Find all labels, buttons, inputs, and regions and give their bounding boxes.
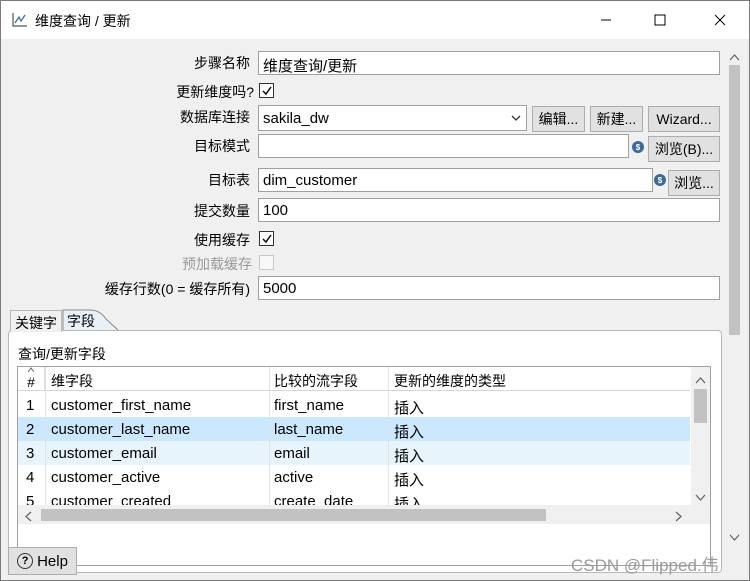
- table-row[interactable]: 2 customer_last_name last_name 插入: [18, 417, 690, 441]
- use-cache-checkbox[interactable]: [259, 231, 274, 246]
- minimize-icon: [601, 19, 611, 21]
- variable-icon: $: [632, 141, 644, 153]
- checkmark-icon: [262, 234, 272, 243]
- tab-keys[interactable]: 关键字: [10, 310, 62, 332]
- title-bar: 维度查询 / 更新: [1, 1, 749, 39]
- dim-field-cell[interactable]: customer_active: [51, 465, 266, 486]
- table-row[interactable]: 1 customer_first_name first_name 插入: [18, 393, 690, 417]
- help-icon: ?: [17, 553, 34, 569]
- row-num: 5: [26, 493, 35, 505]
- step-name-label: 步骤名称: [194, 55, 250, 71]
- tab-fields[interactable]: 字段: [62, 309, 122, 331]
- step-icon: [11, 11, 29, 29]
- scroll-up-icon[interactable]: [729, 49, 740, 65]
- preload-cache-checkbox: [259, 255, 274, 270]
- edit-connection-button[interactable]: 编辑...: [532, 106, 585, 132]
- scrollbar-corner: [691, 505, 710, 524]
- variable-icon: $: [654, 174, 666, 186]
- target-schema-label: 目标模式: [194, 138, 250, 154]
- table-scrollbar-thumb[interactable]: [694, 389, 707, 423]
- commit-size-field[interactable]: 100: [258, 198, 720, 222]
- maximize-icon: [654, 14, 666, 26]
- preload-cache-label: 预加载缓存: [182, 256, 252, 272]
- column-divider: [388, 367, 389, 505]
- browse-schema-button[interactable]: 浏览(B)...: [648, 136, 720, 162]
- maximize-button[interactable]: [637, 1, 683, 39]
- help-button[interactable]: ? Help: [8, 547, 77, 575]
- row-num: 2: [26, 421, 35, 438]
- dim-field-cell[interactable]: customer_last_name: [51, 417, 266, 438]
- update-dimension-checkbox[interactable]: [259, 83, 274, 98]
- target-table-field[interactable]: dim_customer: [258, 168, 653, 192]
- wizard-button[interactable]: Wizard...: [648, 106, 720, 132]
- checkmark-icon: [262, 86, 272, 95]
- minimize-button-2[interactable]: [583, 1, 629, 39]
- help-button-label: Help: [37, 552, 68, 570]
- row-num: 4: [26, 469, 35, 486]
- fields-section-title: 查询/更新字段: [18, 346, 106, 362]
- update-type-cell[interactable]: 插入: [394, 441, 424, 466]
- stream-field-cell[interactable]: first_name: [274, 393, 386, 414]
- row-num: 3: [26, 445, 35, 462]
- table-row[interactable]: 4 customer_active active 插入: [18, 465, 690, 489]
- sort-icon: [27, 367, 35, 373]
- scroll-left-icon[interactable]: [24, 509, 33, 525]
- horizontal-scrollbar-thumb[interactable]: [41, 509, 546, 521]
- column-divider: [269, 367, 270, 505]
- close-icon: [714, 14, 726, 26]
- update-type-cell[interactable]: 插入: [394, 465, 424, 490]
- row-num: 1: [26, 397, 35, 414]
- dim-field-cell[interactable]: customer_created: [51, 489, 266, 505]
- dim-field-cell[interactable]: customer_first_name: [51, 393, 266, 414]
- dialog-content: 步骤名称 维度查询/更新 更新维度吗? 数据库连接 sakila_dw 编辑..…: [1, 39, 749, 580]
- cache-rows-field[interactable]: 5000: [258, 276, 720, 300]
- column-header-update-type[interactable]: 更新的维度的类型: [389, 367, 690, 391]
- stream-field-cell[interactable]: email: [274, 441, 386, 462]
- update-type-cell[interactable]: 插入: [394, 393, 424, 418]
- dialog-window: 维度查询 / 更新 步骤名称 维度查询/更新 更新维度吗? 数据库连接 saki…: [0, 0, 750, 581]
- table-horizontal-scrollbar[interactable]: [18, 505, 691, 524]
- window-title: 维度查询 / 更新: [35, 13, 131, 29]
- browse-table-button[interactable]: 浏览...: [668, 170, 720, 196]
- table-row[interactable]: 3 customer_email email 插入: [18, 441, 690, 465]
- scroll-up-icon[interactable]: [695, 372, 706, 388]
- update-type-cell[interactable]: 插入: [394, 417, 424, 442]
- close-button[interactable]: [697, 1, 743, 39]
- scroll-down-icon[interactable]: [695, 489, 706, 505]
- column-header-dim-field[interactable]: 维字段: [46, 367, 270, 391]
- dialog-vertical-scrollbar[interactable]: [726, 45, 743, 542]
- table-vertical-scrollbar[interactable]: [691, 367, 710, 505]
- step-name-field[interactable]: 维度查询/更新: [258, 51, 720, 75]
- cache-rows-label: 缓存行数(0 = 缓存所有): [104, 281, 250, 297]
- target-table-label: 目标表: [208, 172, 250, 188]
- scrollbar-thumb[interactable]: [729, 65, 740, 335]
- db-connection-value: sakila_dw: [263, 110, 329, 127]
- column-header-stream-field[interactable]: 比较的流字段: [270, 367, 389, 391]
- update-type-cell[interactable]: 插入: [394, 489, 424, 505]
- column-divider: [45, 367, 46, 505]
- dim-field-cell[interactable]: customer_email: [51, 441, 266, 462]
- tab-fields-label: 字段: [67, 313, 95, 329]
- stream-field-cell[interactable]: active: [274, 465, 386, 486]
- update-dimension-label: 更新维度吗?: [176, 84, 254, 100]
- table-row[interactable]: 5 customer_created create_date 插入: [18, 489, 690, 505]
- dropdown-icon: [510, 111, 522, 128]
- stream-field-cell[interactable]: create_date: [274, 489, 386, 505]
- scroll-right-icon[interactable]: [674, 509, 683, 525]
- table-header: # 维字段 比较的流字段 更新的维度的类型: [18, 367, 690, 391]
- db-connection-select[interactable]: sakila_dw: [258, 105, 527, 131]
- target-schema-field[interactable]: [258, 134, 629, 158]
- commit-size-label: 提交数量: [194, 203, 250, 219]
- use-cache-label: 使用缓存: [194, 232, 250, 248]
- db-connection-label: 数据库连接: [180, 109, 250, 125]
- column-header-num[interactable]: #: [18, 367, 45, 391]
- stream-field-cell[interactable]: last_name: [274, 417, 386, 438]
- new-connection-button[interactable]: 新建...: [590, 106, 643, 132]
- scroll-down-icon[interactable]: [729, 529, 740, 545]
- fields-table: # 维字段 比较的流字段 更新的维度的类型 1 customer_first_n…: [17, 366, 711, 566]
- watermark: CSDN @Flipped.伟: [571, 556, 719, 575]
